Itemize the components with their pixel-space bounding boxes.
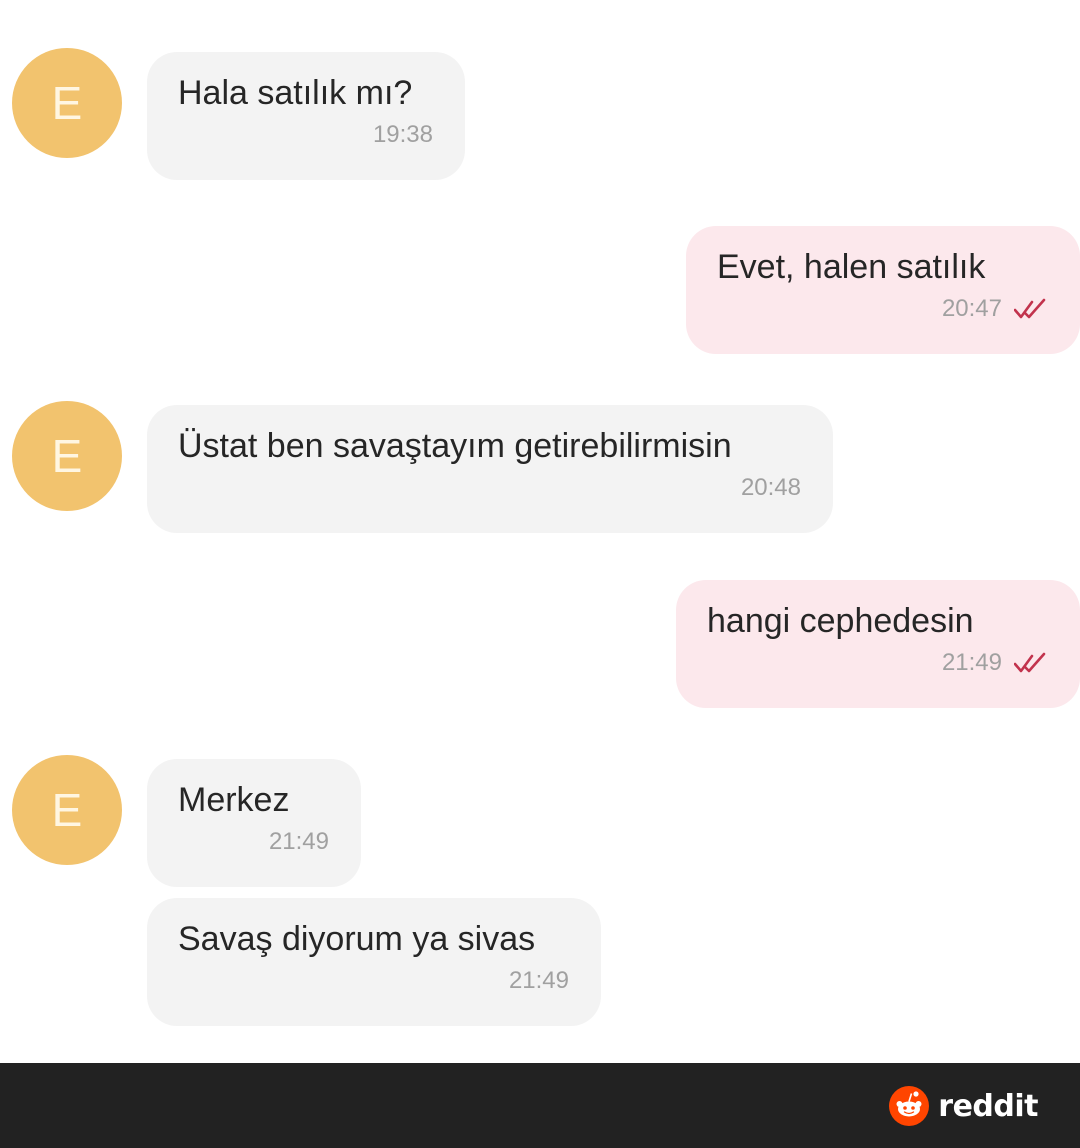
sender-avatar[interactable]: E [12, 755, 122, 865]
message-time: 20:47 [941, 295, 1002, 322]
message-text: Evet, halen satılık [717, 248, 986, 286]
message-time: 21:49 [941, 649, 1002, 676]
message-meta: 21:49 [707, 646, 1048, 680]
chat-thread: E Hala satılık mı? 19:38 Evet, halen sat… [0, 0, 1080, 1063]
message-time: 21:49 [268, 828, 329, 855]
message-text: Savaş diyorum ya sivas [178, 920, 536, 958]
avatar-letter: E [51, 430, 83, 482]
message-time: 21:49 [508, 967, 569, 994]
incoming-message-bubble[interactable]: Üstat ben savaştayım getirebilirmisin 20… [147, 405, 833, 533]
message-meta: 20:48 [178, 471, 801, 505]
sender-avatar[interactable]: E [12, 401, 122, 511]
avatar-letter: E [51, 784, 83, 836]
message-text: Üstat ben savaştayım getirebilirmisin [178, 427, 732, 465]
incoming-message-bubble[interactable]: Hala satılık mı? 19:38 [147, 52, 465, 180]
message-meta: 20:47 [717, 292, 1048, 326]
incoming-message-bubble[interactable]: Savaş diyorum ya sivas 21:49 [147, 898, 601, 1026]
sender-avatar[interactable]: E [12, 48, 122, 158]
message-text: Merkez [178, 781, 290, 819]
outgoing-message-bubble[interactable]: hangi cephedesin 21:49 [676, 580, 1080, 708]
reddit-brand[interactable]: reddit [888, 1085, 1038, 1127]
footer-bar: reddit [0, 1063, 1080, 1148]
avatar-letter: E [51, 77, 83, 129]
reddit-wordmark: reddit [938, 1088, 1038, 1124]
double-check-icon [1014, 298, 1046, 319]
reddit-logo-icon [889, 1086, 930, 1126]
message-meta: 21:49 [178, 964, 569, 998]
message-time: 19:38 [372, 121, 433, 148]
incoming-message-bubble[interactable]: Merkez 21:49 [147, 759, 361, 887]
message-text: Hala satılık mı? [178, 74, 413, 112]
message-meta: 19:38 [178, 118, 433, 152]
double-check-icon [1014, 652, 1046, 673]
message-text: hangi cephedesin [707, 602, 974, 640]
message-meta: 21:49 [178, 825, 329, 859]
outgoing-message-bubble[interactable]: Evet, halen satılık 20:47 [686, 226, 1080, 354]
message-time: 20:48 [740, 474, 801, 501]
